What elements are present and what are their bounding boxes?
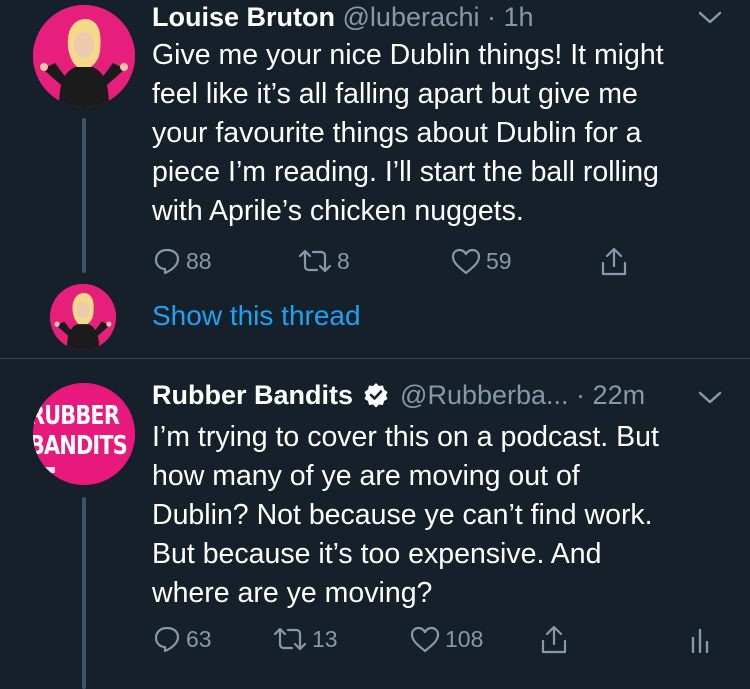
retweet-icon <box>298 249 332 273</box>
tweet-text-line: But because it’s too expensive. And <box>152 538 602 570</box>
retweet-icon <box>273 627 307 651</box>
separator: · <box>568 380 593 410</box>
tweet-text-line: your favourite things about Dublin for a <box>152 117 642 149</box>
like-count: 108 <box>445 625 484 652</box>
thread-line <box>82 497 86 689</box>
separator: · <box>479 2 504 32</box>
tweet-text-line: Dublin? Not because ye can’t find work. <box>152 499 653 531</box>
share-button[interactable] <box>538 624 570 656</box>
retweet-count: 13 <box>312 625 338 652</box>
tweet-text-line: feel like it’s all falling apart but giv… <box>152 78 638 110</box>
tweet-header: Louise Bruton @luberachi · 1h <box>152 2 534 33</box>
tweet-text-line: how many of ye are moving out of <box>152 460 580 492</box>
heart-icon <box>451 248 481 275</box>
share-button[interactable] <box>598 246 630 278</box>
like-button[interactable]: 59 <box>450 246 512 276</box>
divider <box>0 358 750 359</box>
author-name[interactable]: Rubber Bandits <box>152 380 353 410</box>
tweet-text-line: where are ye moving? <box>152 577 433 609</box>
tweet-text-line: Give me your nice Dublin things! It migh… <box>152 39 664 71</box>
analytics-icon <box>691 628 709 654</box>
author-handle[interactable]: @luberachi <box>343 2 480 32</box>
reply-count: 88 <box>186 247 212 274</box>
tweet-time[interactable]: 1h <box>504 2 534 32</box>
tweet-text-line: I’m trying to cover this on a podcast. B… <box>152 421 659 453</box>
author-handle[interactable]: @Rubberba... <box>400 380 569 410</box>
tweet-text-line: with Aprile’s chicken nuggets. <box>152 195 524 227</box>
like-button[interactable]: 108 <box>409 624 483 654</box>
retweet-button[interactable]: 8 <box>297 246 350 276</box>
avatar-louise-bruton[interactable] <box>33 5 135 107</box>
like-count: 59 <box>486 247 512 274</box>
thread-line <box>82 118 86 273</box>
avatar-logo-text: RUBBER BANDITS <box>33 401 128 461</box>
tweet-time[interactable]: 22m <box>593 380 646 410</box>
avatar-photo <box>50 284 116 350</box>
tweet-text: Give me your nice Dublin things! It migh… <box>152 36 722 231</box>
reply-icon <box>154 626 180 653</box>
reply-button[interactable]: 63 <box>152 624 212 654</box>
share-icon <box>541 625 567 654</box>
show-thread-link[interactable]: Show this thread <box>152 300 361 332</box>
avatar-photo <box>33 5 135 107</box>
avatar-rubber-bandits[interactable]: RUBBER BANDITS <box>33 383 135 485</box>
retweet-button[interactable]: 13 <box>272 624 338 654</box>
thread-avatar[interactable] <box>50 284 116 350</box>
reply-button[interactable]: 88 <box>152 246 212 276</box>
share-icon <box>601 247 627 276</box>
chevron-down-icon[interactable] <box>697 390 723 406</box>
author-name[interactable]: Louise Bruton <box>152 2 335 32</box>
retweet-count: 8 <box>337 247 350 274</box>
tweet-header: Rubber Bandits @Rubberba... · 22m <box>152 380 645 411</box>
tweet-text-line: piece I’m reading. I’ll start the ball r… <box>152 156 659 188</box>
heart-icon <box>410 626 440 653</box>
chevron-down-icon[interactable] <box>697 10 723 26</box>
reply-count: 63 <box>186 625 212 652</box>
verified-badge-icon <box>364 383 388 408</box>
tweet-text: I’m trying to cover this on a podcast. B… <box>152 418 722 613</box>
analytics-button[interactable] <box>688 624 712 656</box>
reply-icon <box>154 248 180 275</box>
